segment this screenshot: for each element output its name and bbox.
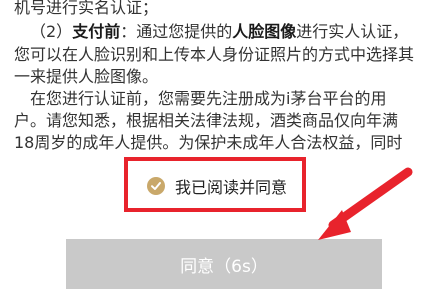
highlight-box xyxy=(124,157,306,212)
agreement-line: 您可以在人脸识别和上传本人身份证照片的方式中选择其 xyxy=(14,45,415,64)
agreement-line: 机号进行实名认证； xyxy=(14,0,159,17)
agreement-line: 在您进行认证前，您需要先注册成为i茅台平台的用 xyxy=(30,89,387,108)
agreement-line: 户。请您知悉，根据相关法律法规，酒类商品仅向年满 xyxy=(14,111,399,130)
agree-button[interactable]: 同意（6s） xyxy=(66,239,382,289)
agreement-line: 18周岁的成年人提供。为保护未成年人合法权益，同时 xyxy=(14,133,403,152)
agreement-text: 机号进行实名认证； （2）支付前：通过您提供的人脸图像进行实人认证， 您可以在人… xyxy=(0,0,446,160)
agreement-line: （2）支付前：通过您提供的人脸图像进行实人认证， xyxy=(30,22,409,41)
agreement-line: 一来提供人脸图像。 xyxy=(14,67,159,86)
